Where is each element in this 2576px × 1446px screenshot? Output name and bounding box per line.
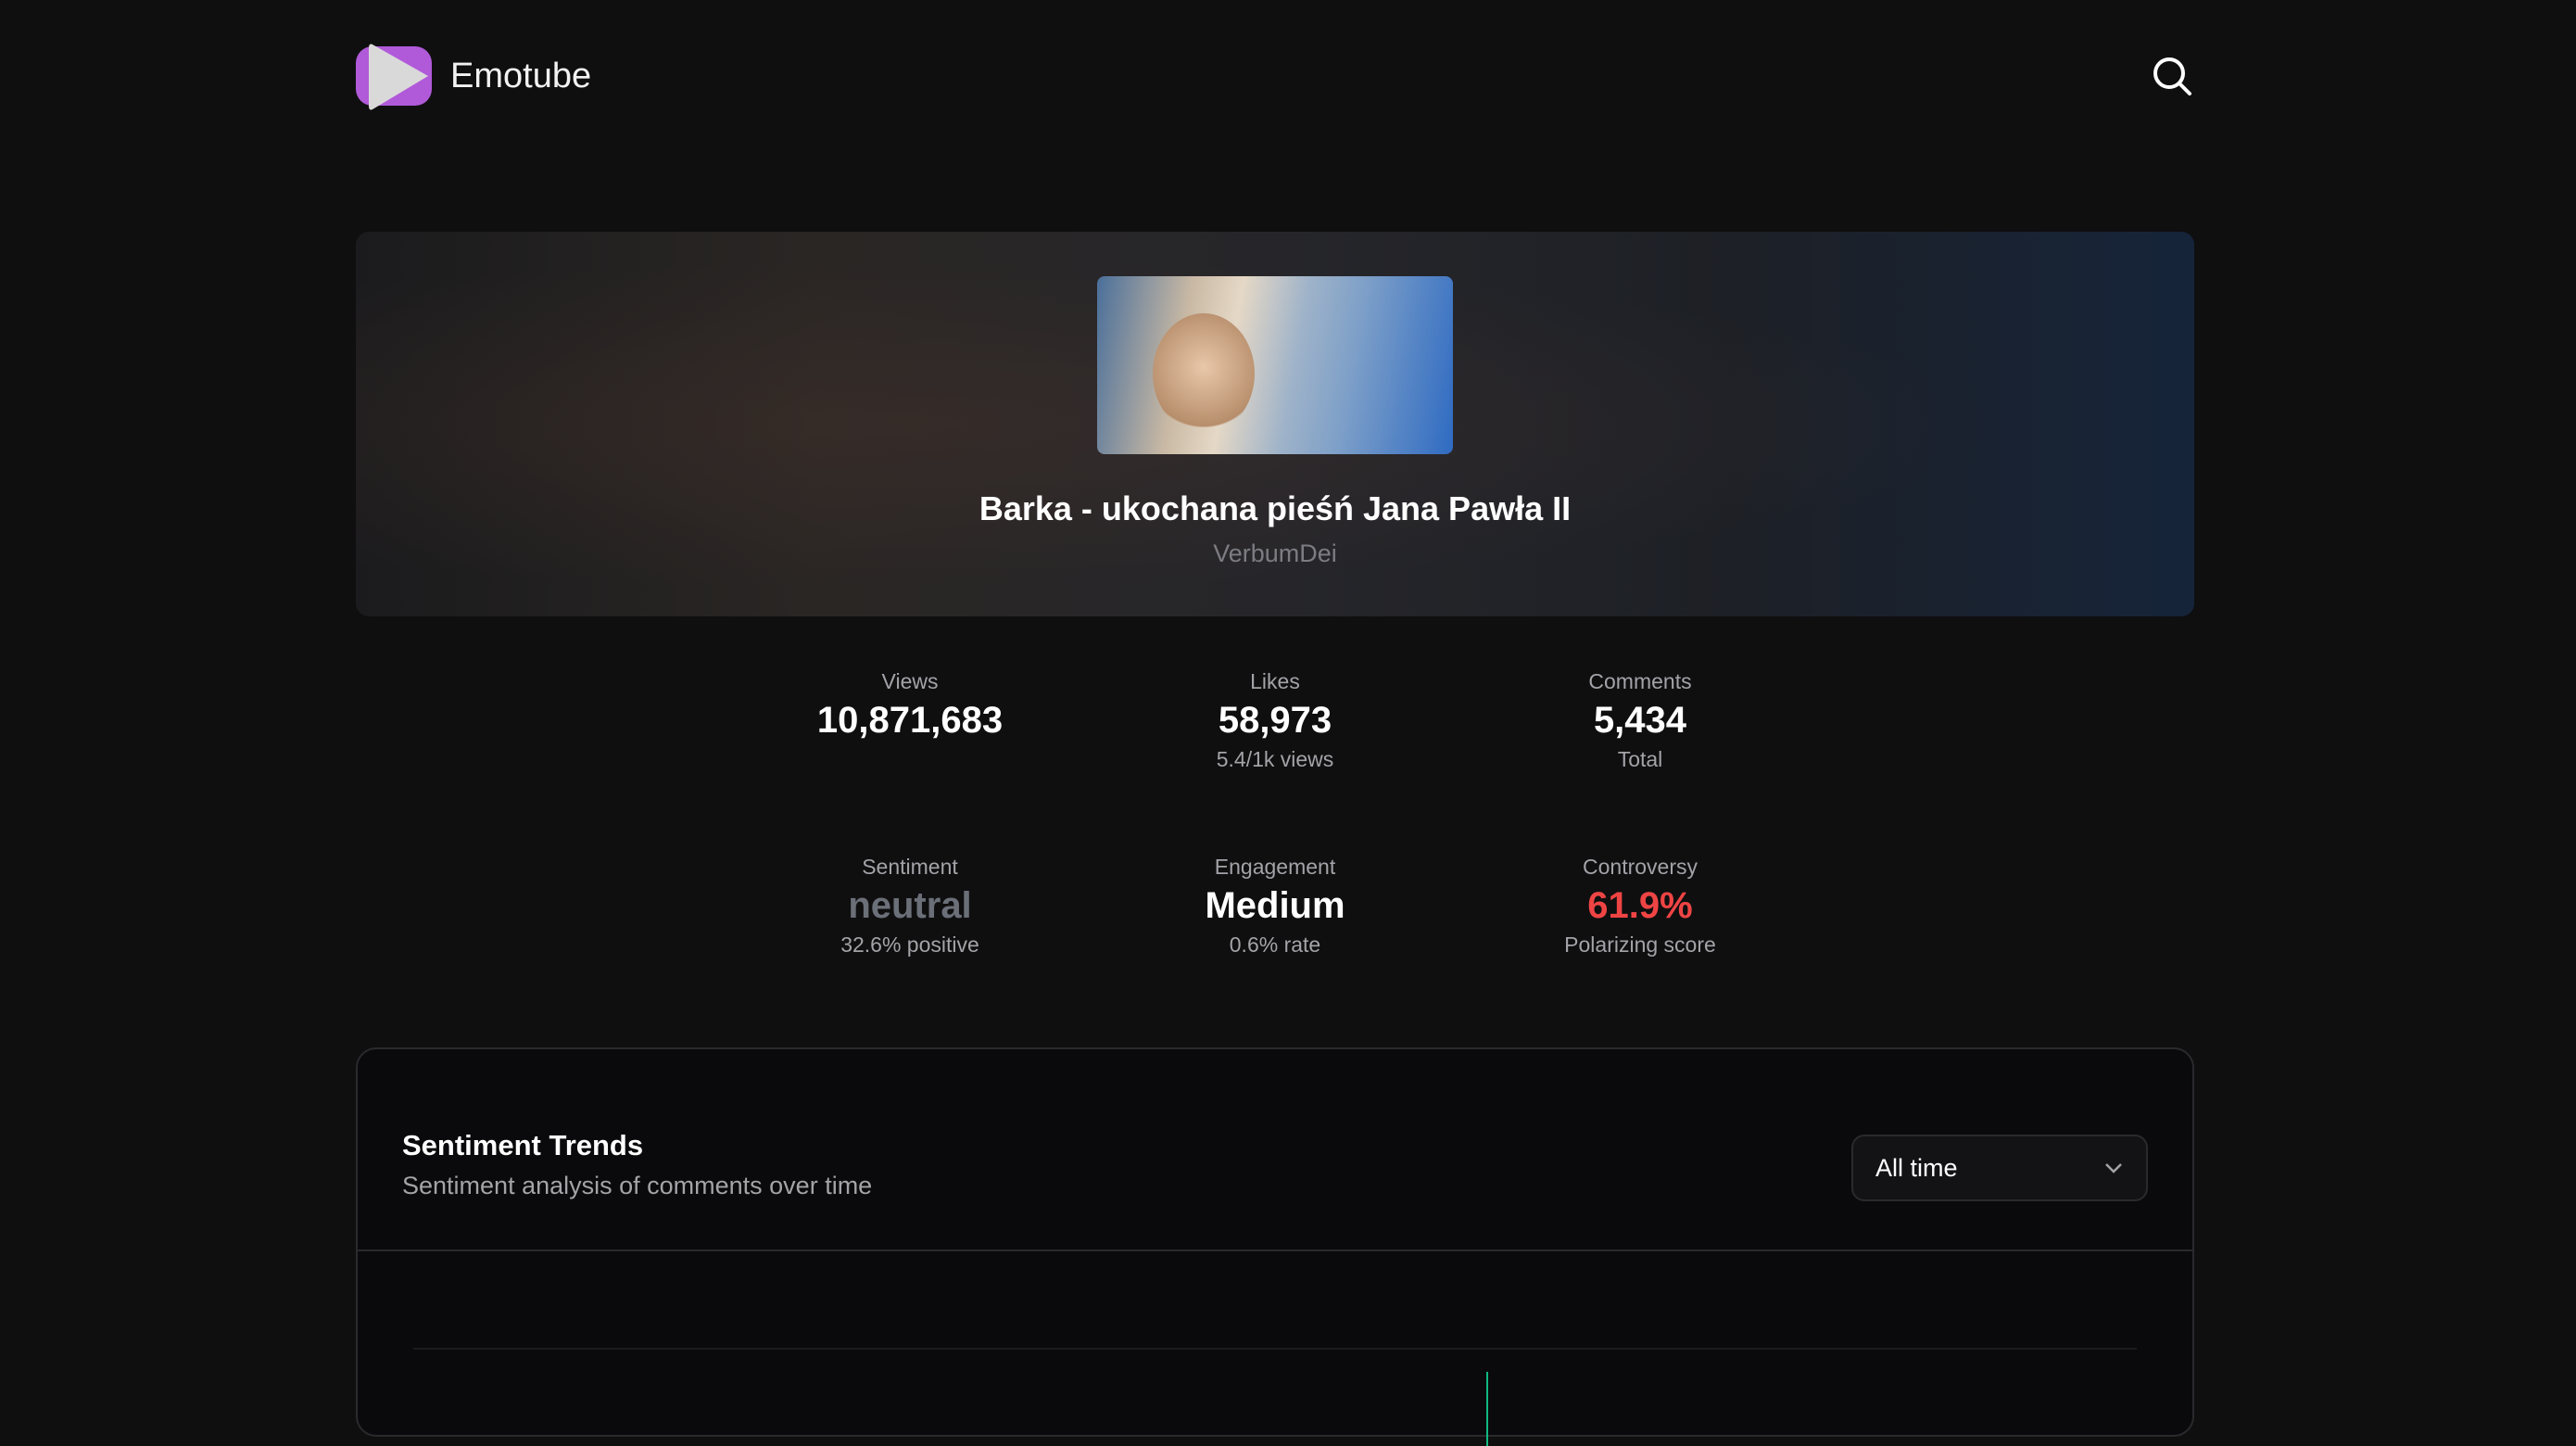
logo[interactable]: Emotube: [356, 37, 591, 115]
stat-value: 5,434: [1593, 700, 1687, 741]
stat-label: Comments: [1588, 669, 1692, 693]
chart-gridline: [413, 1348, 2137, 1350]
sentiment-trends-card: Sentiment Trends Sentiment analysis of c…: [356, 1047, 2194, 1446]
stat-views: Views 10,871,683: [725, 669, 1095, 742]
chevron-down-icon: [2105, 1163, 2122, 1173]
card-subtitle: Sentiment analysis of comments over time: [402, 1172, 873, 1199]
video-thumbnail[interactable]: [1097, 276, 1453, 454]
divider: [358, 1249, 2192, 1251]
stat-label: Sentiment: [862, 855, 958, 879]
stat-sub: Polarizing score: [1564, 932, 1716, 957]
stat-sub: 0.6% rate: [1229, 932, 1321, 957]
stat-engagement: Engagement Medium 0.6% rate: [1090, 855, 1460, 958]
stat-sub: 32.6% positive: [840, 932, 979, 957]
stat-sub: Total: [1617, 747, 1663, 771]
video-title: Barka - ukochana pieśń Jana Pawła II: [979, 489, 1572, 527]
header: Emotube: [356, 37, 2194, 115]
stat-label: Engagement: [1214, 855, 1336, 879]
search-icon[interactable]: [2150, 54, 2194, 98]
stat-label: Controversy: [1583, 855, 1698, 879]
time-range-select[interactable]: All time: [1851, 1135, 2148, 1201]
play-logo-icon: [356, 37, 434, 115]
stat-sentiment: Sentiment neutral 32.6% positive: [725, 855, 1095, 958]
stat-comments: Comments 5,434 Total: [1455, 669, 1825, 772]
stat-value: Medium: [1205, 885, 1345, 926]
stat-value: 58,973: [1218, 700, 1332, 741]
video-banner: Barka - ukochana pieśń Jana Pawła II Ver…: [356, 232, 2194, 616]
channel-name[interactable]: VerbumDei: [356, 539, 2194, 568]
chart-line-mark: [1486, 1372, 1488, 1446]
stat-value: neutral: [848, 885, 972, 926]
stat-controversy: Controversy 61.9% Polarizing score: [1455, 855, 1825, 958]
stat-likes: Likes 58,973 5.4/1k views: [1090, 669, 1460, 772]
stat-value: 10,871,683: [816, 700, 1004, 741]
brand-name: Emotube: [450, 56, 592, 95]
stat-value: 61.9%: [1587, 885, 1693, 926]
card-title: Sentiment Trends: [402, 1129, 644, 1161]
stat-label: Views: [881, 669, 939, 693]
time-range-value: All time: [1875, 1153, 1958, 1182]
stat-sub: 5.4/1k views: [1216, 747, 1334, 771]
stat-label: Likes: [1250, 669, 1300, 693]
